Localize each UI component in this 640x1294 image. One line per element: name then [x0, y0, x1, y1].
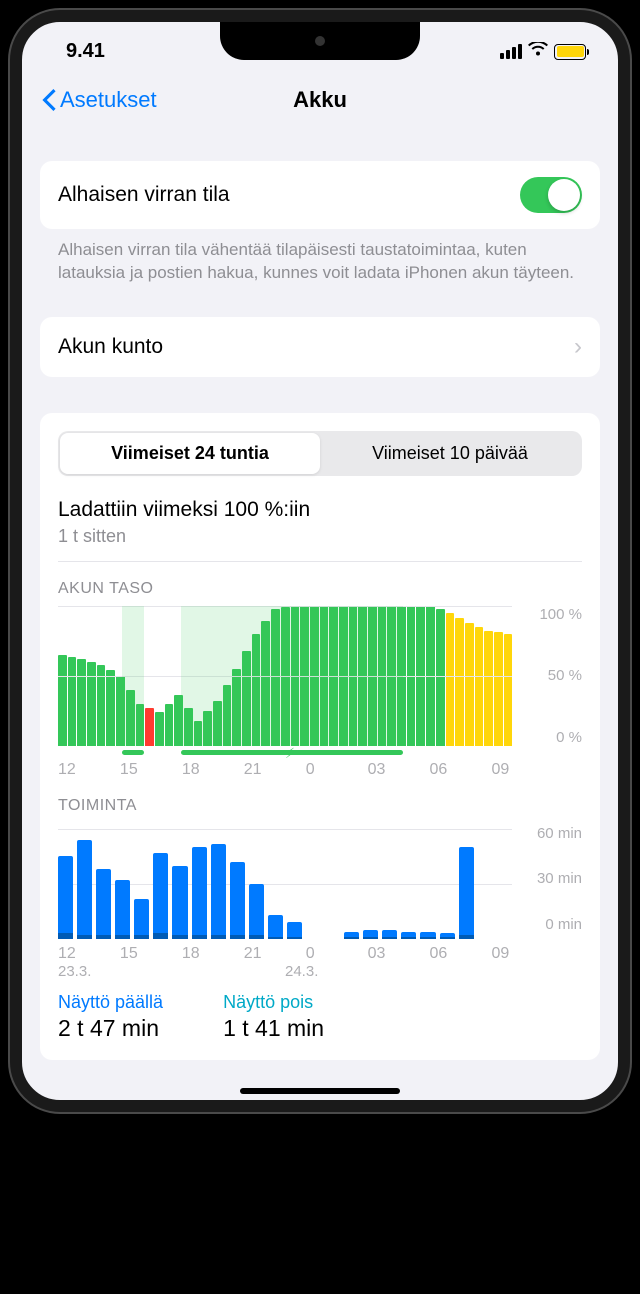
battery-icon	[554, 44, 586, 60]
activity-chart-x-axis: 121518210030609	[58, 945, 512, 963]
navigation-bar: Asetukset Akku	[22, 71, 618, 129]
notch	[220, 22, 420, 60]
chevron-left-icon	[42, 89, 56, 111]
battery-health-row[interactable]: Akun kunto ›	[40, 317, 600, 377]
back-button[interactable]: Asetukset	[42, 87, 157, 113]
cellular-signal-icon	[500, 44, 522, 59]
phone-frame: 9.41 Asetukset Akku Alhaisen virran tila…	[10, 10, 630, 1112]
back-label: Asetukset	[60, 87, 157, 113]
low-power-toggle[interactable]	[520, 177, 582, 213]
activity-label: TOIMINTA	[58, 797, 582, 815]
battery-level-label: AKUN TASO	[58, 580, 582, 598]
last-charge-subtitle: 1 t sitten	[58, 526, 582, 562]
chevron-right-icon: ›	[574, 333, 582, 361]
battery-health-label: Akun kunto	[58, 335, 163, 359]
screen-on-value: 2 t 47 min	[58, 1015, 163, 1042]
charging-indicator: ⚡︎	[58, 750, 512, 755]
tab-10d[interactable]: Viimeiset 10 päivää	[320, 433, 580, 474]
activity-chart-dates: 23.3.24.3.	[58, 963, 512, 980]
screen-on-label: Näyttö päällä	[58, 992, 163, 1013]
wifi-icon	[528, 40, 548, 63]
activity-chart-y-axis: 60 min30 min0 min	[522, 823, 582, 933]
status-time: 9.41	[50, 40, 105, 63]
last-charge-title: Ladattiin viimeksi 100 %:iin	[58, 498, 582, 522]
battery-level-chart: ⚡︎ 121518210030609	[58, 606, 512, 779]
low-power-description: Alhaisen virran tila vähentää tilapäises…	[40, 229, 600, 285]
tab-24h[interactable]: Viimeiset 24 tuntia	[60, 433, 320, 474]
screen-off-value: 1 t 41 min	[223, 1015, 324, 1042]
battery-chart-x-axis: 121518210030609	[58, 761, 512, 779]
page-title: Akku	[293, 87, 347, 113]
battery-chart-y-axis: 100 %50 %0 %	[522, 606, 582, 746]
low-power-card: Alhaisen virran tila	[40, 161, 600, 229]
activity-chart: 121518210030609 23.3.24.3.	[58, 823, 512, 980]
screen-off-label: Näyttö pois	[223, 992, 324, 1013]
time-range-segmented: Viimeiset 24 tuntia Viimeiset 10 päivää	[58, 431, 582, 476]
usage-card: Viimeiset 24 tuntia Viimeiset 10 päivää …	[40, 413, 600, 1060]
bolt-icon: ⚡︎	[285, 745, 295, 762]
home-indicator	[240, 1088, 400, 1094]
low-power-label: Alhaisen virran tila	[58, 183, 230, 207]
